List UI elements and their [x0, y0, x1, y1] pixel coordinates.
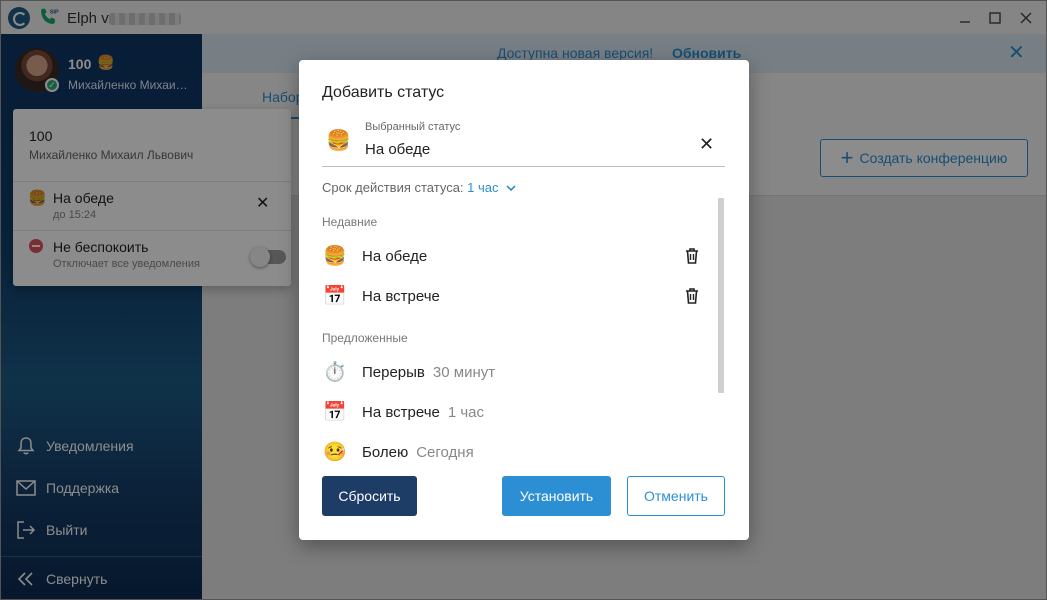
selected-status-caption: Выбранный статус	[365, 121, 461, 133]
status-emoji: 📅	[323, 286, 347, 307]
list-item[interactable]: 📅 На встрече	[322, 283, 702, 309]
clear-selected-icon[interactable]: ✕	[699, 135, 714, 153]
status-label: Болею	[362, 443, 409, 461]
input-underline	[322, 166, 725, 167]
dialog-title: Добавить статус	[322, 84, 445, 101]
set-button[interactable]: Установить	[502, 476, 611, 516]
list-item[interactable]: ⏱️ Перерыв 30 минут	[322, 359, 702, 385]
status-duration: 1 час	[447, 403, 485, 421]
trash-icon[interactable]	[683, 287, 701, 305]
status-emoji: 📅	[323, 402, 347, 423]
duration-selector[interactable]: Срок действия статуса: 1 час	[322, 180, 516, 195]
chevron-down-icon	[506, 185, 516, 192]
list-scrollbar[interactable]	[718, 198, 724, 393]
list-item[interactable]: 🍔 На обеде	[322, 243, 702, 269]
selected-status-emoji[interactable]: 🍔	[326, 128, 351, 153]
add-status-dialog: Добавить статус 🍔 Выбранный статус На об…	[299, 60, 749, 540]
duration-label: Срок действия статуса:	[322, 180, 464, 195]
status-list: Недавние 🍔 На обеде 📅 На встрече Предлож…	[299, 198, 749, 463]
status-emoji: 🤒	[323, 442, 347, 463]
status-label: На встрече	[362, 287, 440, 305]
list-item[interactable]: 📅 На встрече 1 час	[322, 399, 702, 425]
status-label: На обеде	[362, 247, 428, 265]
recent-section-label: Недавние	[322, 215, 378, 229]
suggested-section-label: Предложенные	[322, 331, 408, 345]
duration-value[interactable]: 1 час	[467, 180, 498, 195]
status-duration: 30 минут	[432, 363, 496, 381]
status-label: На встрече	[362, 403, 440, 421]
status-emoji: 🍔	[323, 246, 347, 267]
reset-button[interactable]: Сбросить	[322, 476, 417, 516]
status-duration: Сегодня	[416, 443, 474, 461]
cancel-button[interactable]: Отменить	[627, 476, 725, 516]
status-emoji: ⏱️	[323, 362, 347, 383]
list-item[interactable]: 🤒 Болею Сегодня	[322, 439, 702, 463]
status-label: Перерыв	[362, 363, 425, 381]
trash-icon[interactable]	[683, 247, 701, 265]
selected-status-input[interactable]: На обеде	[365, 141, 430, 158]
